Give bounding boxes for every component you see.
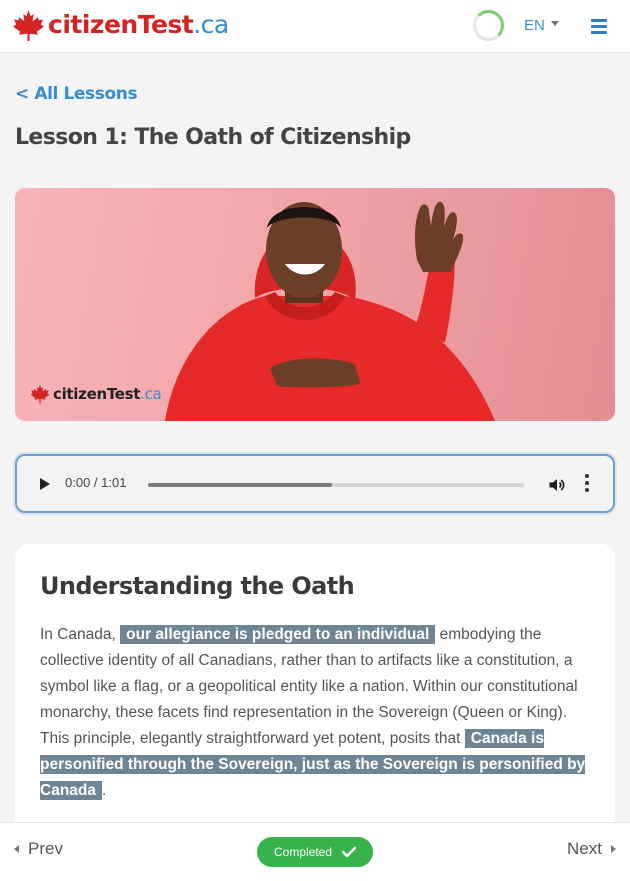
completed-label: Completed (273, 845, 333, 859)
audio-player: 0:00 / 1:01 (15, 454, 615, 513)
caret-right-icon (611, 845, 616, 853)
next-button[interactable]: Next (567, 839, 616, 859)
logo-text-sub: .ca (193, 10, 229, 39)
next-label: Next (567, 839, 602, 858)
maple-leaf-icon (30, 384, 50, 404)
watermark-text-main: citizenTest (53, 385, 141, 403)
audio-progress-fill (148, 483, 333, 487)
language-selector[interactable]: EN (524, 17, 559, 34)
logo-text: citizenTest.ca (48, 8, 229, 42)
highlighted-phrase: our allegiance is pledged to an individu… (120, 625, 436, 644)
paragraph-text: . (102, 782, 107, 799)
audio-progress-track[interactable] (148, 483, 524, 487)
caret-down-icon (550, 21, 559, 26)
prev-label: Prev (28, 839, 63, 858)
paragraph-text: In Canada, (40, 626, 121, 643)
top-header: citizenTest.ca EN (0, 0, 630, 53)
lesson-title: Lesson 1: The Oath of Citizenship (15, 125, 411, 150)
hamburger-menu-icon[interactable] (591, 19, 607, 34)
watermark-text: citizenTest.ca (53, 385, 162, 403)
volume-icon[interactable] (546, 475, 568, 495)
logo-text-main: citizenTest (48, 10, 194, 39)
maple-leaf-icon (13, 9, 44, 41)
section-heading: Understanding the Oath (40, 572, 355, 600)
prev-button[interactable]: Prev (14, 839, 63, 859)
lesson-footer-nav: Prev Completed Next (0, 822, 630, 881)
loading-spinner-icon (473, 10, 504, 41)
site-logo[interactable]: citizenTest.ca (12, 8, 229, 42)
lesson-content-card: Understanding the Oath In Canada, our al… (15, 544, 615, 844)
checkmark-icon (342, 846, 357, 858)
play-icon[interactable] (40, 478, 50, 490)
caret-left-icon (14, 845, 19, 853)
all-lessons-link[interactable]: < All Lessons (15, 84, 138, 104)
more-options-icon[interactable] (585, 474, 589, 494)
hero-watermark-logo: citizenTest.ca (30, 384, 162, 404)
lesson-paragraph: In Canada, our allegiance is pledged to … (40, 622, 592, 804)
completed-button[interactable]: Completed (257, 837, 373, 867)
watermark-text-sub: .ca (140, 385, 162, 403)
language-label: EN (524, 17, 545, 34)
audio-time: 0:00 / 1:01 (65, 475, 127, 490)
